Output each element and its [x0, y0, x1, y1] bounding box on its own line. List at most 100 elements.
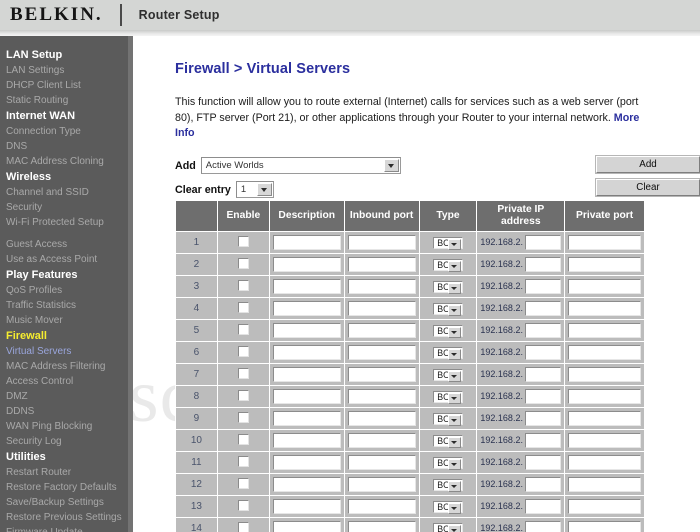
enable-checkbox[interactable]	[237, 500, 249, 512]
private-port-input[interactable]	[568, 388, 641, 404]
description-input[interactable]	[272, 344, 341, 360]
sidebar-item-firewall[interactable]: Firewall	[0, 328, 128, 344]
description-input[interactable]	[272, 388, 341, 404]
type-select[interactable]: BOTH	[433, 347, 463, 360]
chevron-down-icon[interactable]	[447, 371, 461, 382]
type-select[interactable]: BOTH	[433, 435, 463, 448]
description-input[interactable]	[272, 300, 341, 316]
private-port-input[interactable]	[568, 520, 641, 532]
description-input[interactable]	[272, 476, 341, 492]
private-port-input[interactable]	[568, 432, 641, 448]
description-input[interactable]	[272, 322, 341, 338]
type-select[interactable]: BOTH	[433, 237, 463, 250]
description-input[interactable]	[272, 278, 341, 294]
type-select[interactable]: BOTH	[433, 281, 463, 294]
sidebar-item-qos-profiles[interactable]: QoS Profiles	[0, 283, 128, 298]
sidebar-item-mac-address-cloning[interactable]: MAC Address Cloning	[0, 154, 128, 169]
sidebar-item-wi-fi-protected-setup[interactable]: Wi-Fi Protected Setup	[0, 215, 128, 230]
enable-checkbox[interactable]	[237, 456, 249, 468]
type-select[interactable]: BOTH	[433, 457, 463, 470]
private-ip-input[interactable]	[524, 476, 562, 492]
chevron-down-icon[interactable]	[447, 349, 461, 360]
sidebar-item-channel-and-ssid[interactable]: Channel and SSID	[0, 185, 128, 200]
private-port-input[interactable]	[568, 256, 641, 272]
sidebar-item-dhcp-client-list[interactable]: DHCP Client List	[0, 78, 128, 93]
inbound-port-input[interactable]	[347, 344, 416, 360]
private-ip-input[interactable]	[524, 432, 562, 448]
private-port-input[interactable]	[568, 498, 641, 514]
chevron-down-icon[interactable]	[447, 305, 461, 316]
inbound-port-input[interactable]	[347, 520, 416, 532]
inbound-port-input[interactable]	[347, 300, 416, 316]
sidebar-item-traffic-statistics[interactable]: Traffic Statistics	[0, 298, 128, 313]
private-ip-input[interactable]	[524, 344, 562, 360]
private-port-input[interactable]	[568, 344, 641, 360]
clear-button[interactable]: Clear	[596, 178, 700, 196]
private-ip-input[interactable]	[524, 234, 562, 250]
type-select[interactable]: BOTH	[433, 369, 463, 382]
chevron-down-icon[interactable]	[447, 525, 461, 532]
inbound-port-input[interactable]	[347, 234, 416, 250]
private-port-input[interactable]	[568, 454, 641, 470]
sidebar-item-lan-settings[interactable]: LAN Settings	[0, 63, 128, 78]
inbound-port-input[interactable]	[347, 278, 416, 294]
chevron-down-icon[interactable]	[447, 481, 461, 492]
type-select[interactable]: BOTH	[433, 523, 463, 532]
private-port-input[interactable]	[568, 410, 641, 426]
chevron-down-icon[interactable]	[447, 261, 461, 272]
inbound-port-input[interactable]	[347, 454, 416, 470]
sidebar-item-security-log[interactable]: Security Log	[0, 434, 128, 449]
type-select[interactable]: BOTH	[433, 479, 463, 492]
type-select[interactable]: BOTH	[433, 413, 463, 426]
type-select[interactable]: BOTH	[433, 501, 463, 514]
private-port-input[interactable]	[568, 278, 641, 294]
chevron-down-icon[interactable]	[256, 183, 272, 196]
sidebar-item-static-routing[interactable]: Static Routing	[0, 93, 128, 108]
private-ip-input[interactable]	[524, 366, 562, 382]
sidebar-item-connection-type[interactable]: Connection Type	[0, 124, 128, 139]
inbound-port-input[interactable]	[347, 432, 416, 448]
private-port-input[interactable]	[568, 234, 641, 250]
description-input[interactable]	[272, 520, 341, 532]
chevron-down-icon[interactable]	[447, 437, 461, 448]
sidebar-item-wan-ping-blocking[interactable]: WAN Ping Blocking	[0, 419, 128, 434]
sidebar-item-use-as-access-point[interactable]: Use as Access Point	[0, 252, 128, 267]
sidebar-item-dmz[interactable]: DMZ	[0, 389, 128, 404]
sidebar-item-restore-previous-settings[interactable]: Restore Previous Settings	[0, 510, 128, 525]
sidebar-item-restore-factory-defaults[interactable]: Restore Factory Defaults	[0, 480, 128, 495]
private-ip-input[interactable]	[524, 498, 562, 514]
enable-checkbox[interactable]	[237, 434, 249, 446]
inbound-port-input[interactable]	[347, 388, 416, 404]
chevron-down-icon[interactable]	[447, 393, 461, 404]
type-select[interactable]: BOTH	[433, 325, 463, 338]
enable-checkbox[interactable]	[237, 236, 249, 248]
description-input[interactable]	[272, 256, 341, 272]
description-input[interactable]	[272, 454, 341, 470]
enable-checkbox[interactable]	[237, 280, 249, 292]
chevron-down-icon[interactable]	[447, 415, 461, 426]
inbound-port-input[interactable]	[347, 366, 416, 382]
private-port-input[interactable]	[568, 322, 641, 338]
chevron-down-icon[interactable]	[447, 283, 461, 294]
chevron-down-icon[interactable]	[447, 459, 461, 470]
inbound-port-input[interactable]	[347, 410, 416, 426]
sidebar-item-music-mover[interactable]: Music Mover	[0, 313, 128, 328]
inbound-port-input[interactable]	[347, 256, 416, 272]
private-port-input[interactable]	[568, 366, 641, 382]
clear-entry-select[interactable]: 1	[235, 181, 274, 198]
private-port-input[interactable]	[568, 300, 641, 316]
enable-checkbox[interactable]	[237, 412, 249, 424]
enable-checkbox[interactable]	[237, 522, 249, 532]
chevron-down-icon[interactable]	[383, 159, 399, 172]
enable-checkbox[interactable]	[237, 346, 249, 358]
private-ip-input[interactable]	[524, 410, 562, 426]
private-ip-input[interactable]	[524, 388, 562, 404]
private-ip-input[interactable]	[524, 520, 562, 532]
description-input[interactable]	[272, 498, 341, 514]
enable-checkbox[interactable]	[237, 368, 249, 380]
chevron-down-icon[interactable]	[447, 503, 461, 514]
sidebar-item-guest-access[interactable]: Guest Access	[0, 237, 128, 252]
enable-checkbox[interactable]	[237, 478, 249, 490]
private-ip-input[interactable]	[524, 300, 562, 316]
private-port-input[interactable]	[568, 476, 641, 492]
